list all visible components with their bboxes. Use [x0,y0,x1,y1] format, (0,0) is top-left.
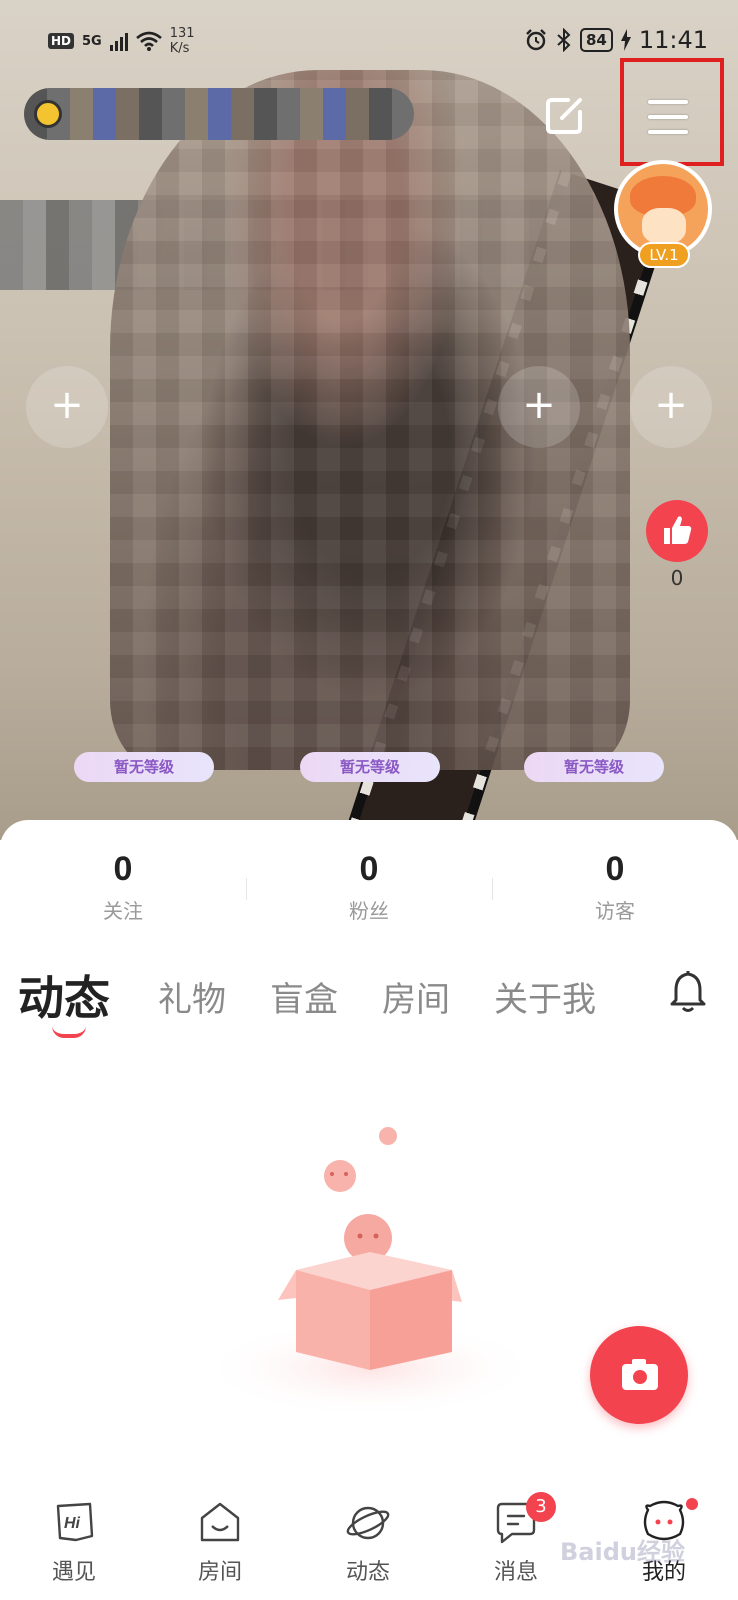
nav-room[interactable]: 房间 [170,1500,270,1586]
battery-level: 84 [579,28,613,52]
planet-icon [346,1506,390,1540]
plus-icon: + [522,382,556,428]
tab-blind-box[interactable]: 盲盒 [270,972,338,1021]
bell-icon[interactable] [668,970,708,1014]
thumbs-up-icon [664,516,692,544]
profile-content-card: 0 关注 0 粉丝 0 访客 动态 礼物 盲盒 房间 关于我 [0,820,738,1600]
level-pill-3: 暂无等级 [524,752,664,782]
following-label: 关注 [103,899,143,923]
nav-meet[interactable]: Hi 遇见 [24,1500,124,1586]
camera-icon [622,1359,658,1390]
active-tab-indicator [52,1026,86,1038]
hamburger-menu-icon [648,100,688,145]
following-count: 0 [113,850,133,888]
empty-state-illustration [200,1127,540,1418]
tab-about-me[interactable]: 关于我 [494,972,596,1021]
tab-gifts[interactable]: 礼物 [158,972,226,1021]
level-pill-1: 暂无等级 [74,752,214,782]
plus-icon: + [654,382,688,428]
wifi-icon [135,31,162,51]
edit-profile-button[interactable] [540,90,590,140]
add-photo-button-1[interactable]: + [26,366,108,448]
clock: 11:41 [638,26,708,54]
house-icon [200,1502,240,1542]
edit-icon [546,98,582,134]
charging-icon [620,29,631,51]
profile-tabs: 动态 礼物 盲盒 房间 关于我 [0,968,738,1038]
svg-text:Hi: Hi [64,1515,81,1532]
signal-icon [109,31,128,51]
fans-count: 0 [359,850,379,888]
coin-icon [34,100,62,128]
stat-following[interactable]: 0 关注 [0,850,246,924]
nav-moments[interactable]: 动态 [318,1500,418,1586]
menu-button[interactable] [620,58,724,166]
hi-card-icon: Hi [56,1502,94,1542]
nav-messages[interactable]: 消息 3 [466,1492,566,1586]
like-count: 0 [670,566,684,590]
unread-badge: 3 [526,1492,556,1522]
add-photo-button-3[interactable]: + [630,366,712,448]
tab-rooms[interactable]: 房间 [382,972,450,1021]
user-info-chip[interactable] [24,88,414,140]
level-pill-2: 暂无等级 [300,752,440,782]
stat-fans[interactable]: 0 粉丝 [246,850,492,924]
visitors-label: 访客 [595,899,635,923]
notification-dot [686,1498,698,1510]
alarm-icon [526,29,546,51]
plus-icon: + [50,382,84,428]
visitors-count: 0 [605,850,625,888]
camera-button[interactable] [590,1326,688,1424]
bluetooth-icon [557,28,571,52]
net-speed: 131 K/s [169,26,195,56]
stat-visitors[interactable]: 0 访客 [492,850,738,924]
tab-moments[interactable]: 动态 [18,962,110,1028]
add-photo-button-2[interactable]: + [498,366,580,448]
level-badge: LV.1 [638,242,690,268]
baidu-watermark: Baidu经验 [560,1538,685,1566]
fans-label: 粉丝 [349,899,389,923]
network-type: 5G [82,33,102,49]
hd-icon: HD [48,33,75,49]
like-button[interactable] [646,500,708,562]
